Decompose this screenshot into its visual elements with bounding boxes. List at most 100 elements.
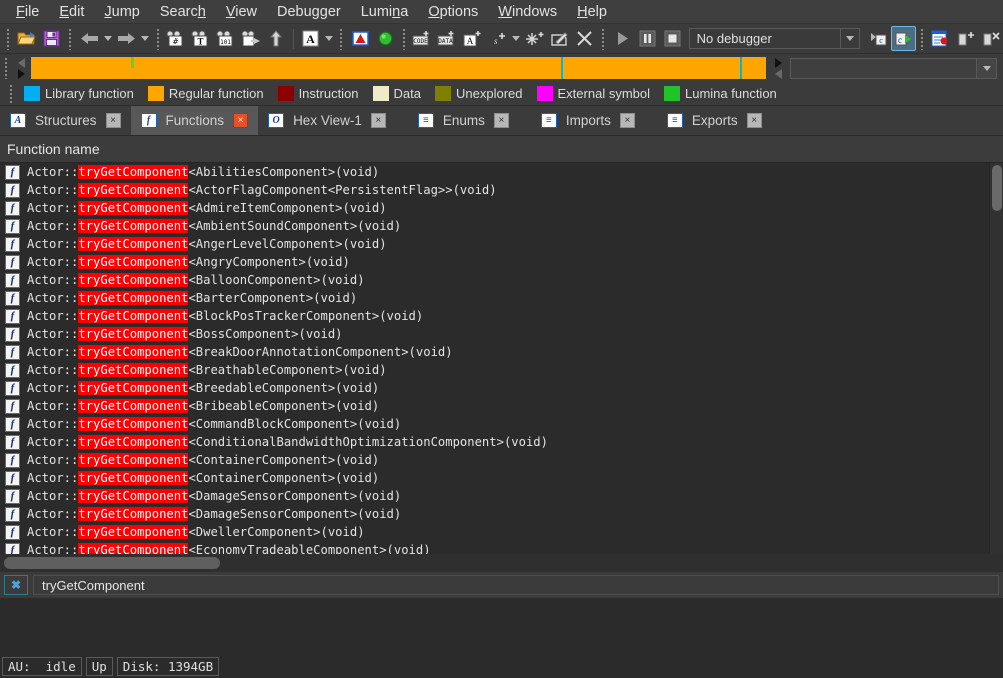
toolbar-grip-3[interactable]	[154, 27, 161, 50]
tab-hex-view-1[interactable]: O Hex View-1 ×	[258, 106, 396, 135]
green-status-icon[interactable]	[373, 26, 398, 51]
start-process-icon[interactable]: c	[890, 26, 916, 51]
ascii-string-icon[interactable]: A	[298, 26, 323, 51]
tab-imports[interactable]: ≡ Imports ×	[519, 106, 645, 135]
tab-close-button[interactable]: ×	[105, 113, 121, 128]
back-history-dropdown[interactable]	[102, 26, 115, 51]
warning-triangle-icon[interactable]	[348, 26, 373, 51]
toolbar-grip-2[interactable]	[67, 27, 74, 50]
struct-dropdown[interactable]	[510, 26, 523, 51]
tab-close-button[interactable]: ×	[619, 113, 635, 128]
make-data-icon[interactable]: DATA	[435, 26, 460, 51]
toolbar-grip-4[interactable]	[338, 27, 345, 50]
menu-item-file[interactable]: File	[6, 2, 49, 22]
legend-grip[interactable]	[10, 84, 16, 103]
make-code-icon[interactable]: CODE	[410, 26, 435, 51]
scrollbar-thumb[interactable]	[992, 165, 1002, 211]
table-row[interactable]: f Actor::tryGetComponent<DamageSensorComp…	[0, 487, 1003, 505]
jump-address-combo[interactable]	[790, 57, 997, 79]
jump-to-icon[interactable]	[239, 26, 264, 51]
table-row[interactable]: f Actor::tryGetComponent<BreathableCompon…	[0, 361, 1003, 379]
pause-icon[interactable]	[635, 26, 660, 51]
nav-right-arrow-icon[interactable]	[17, 68, 25, 79]
table-row[interactable]: f Actor::tryGetComponent<BarterComponent>…	[0, 289, 1003, 307]
make-ascii-icon[interactable]: A	[460, 26, 485, 51]
save-icon[interactable]	[39, 26, 64, 51]
toolbar-grip-5[interactable]	[400, 27, 407, 50]
filter-input[interactable]: tryGetComponent	[33, 575, 999, 595]
nav-zoom-out-icon[interactable]	[774, 68, 782, 79]
navigator-prev-next[interactable]	[13, 54, 29, 82]
open-file-icon[interactable]	[14, 26, 39, 51]
jump-address-combo-arrow[interactable]	[976, 58, 996, 78]
table-row[interactable]: f Actor::tryGetComponent<ConditionalBandw…	[0, 433, 1003, 451]
tab-close-button[interactable]: ×	[493, 113, 509, 128]
table-row[interactable]: f Actor::tryGetComponent<AbilitiesCompone…	[0, 163, 1003, 181]
breakpoints-icon[interactable]	[928, 26, 953, 51]
navigator-grip[interactable]	[3, 57, 10, 79]
navigator-zoom-controls[interactable]	[770, 54, 786, 82]
nav-zoom-in-icon[interactable]	[774, 57, 782, 68]
toolbar-grip[interactable]	[5, 27, 12, 50]
tab-close-button[interactable]: ×	[370, 113, 386, 128]
debugger-select-arrow[interactable]	[839, 29, 859, 48]
table-row[interactable]: f Actor::tryGetComponent<ActorFlagCompone…	[0, 181, 1003, 199]
make-array-icon[interactable]	[522, 26, 547, 51]
table-row[interactable]: f Actor::tryGetComponent<ContainerCompone…	[0, 451, 1003, 469]
table-row[interactable]: f Actor::tryGetComponent<BlockPosTrackerC…	[0, 307, 1003, 325]
functions-list-vertical-scrollbar[interactable]	[989, 163, 1003, 554]
edit-function-icon[interactable]	[547, 26, 572, 51]
table-row[interactable]: f Actor::tryGetComponent<AngerLevelCompon…	[0, 235, 1003, 253]
search-hex-icon[interactable]: #	[164, 26, 189, 51]
table-row[interactable]: f Actor::tryGetComponent<AmbientSoundComp…	[0, 217, 1003, 235]
table-row[interactable]: f Actor::tryGetComponent<AdmireItemCompon…	[0, 199, 1003, 217]
functions-list-horizontal-scrollbar[interactable]	[0, 554, 1003, 572]
back-arrow-icon[interactable]	[77, 26, 102, 51]
table-row[interactable]: f Actor::tryGetComponent<BribeableCompone…	[0, 397, 1003, 415]
tab-functions[interactable]: f Functions ×	[130, 106, 259, 135]
menu-item-windows[interactable]: Windows	[488, 2, 567, 22]
up-arrow-icon[interactable]	[264, 26, 289, 51]
table-row[interactable]: f Actor::tryGetComponent<BreakDoorAnnotat…	[0, 343, 1003, 361]
tab-close-button[interactable]: ×	[233, 113, 249, 128]
scrollbar-thumb[interactable]	[4, 557, 220, 569]
tab-close-button[interactable]: ×	[746, 113, 762, 128]
table-row[interactable]: f Actor::tryGetComponent<DamageSensorComp…	[0, 505, 1003, 523]
navigator-band[interactable]	[31, 57, 766, 79]
attach-process-icon[interactable]: c	[866, 26, 891, 51]
stop-icon[interactable]	[660, 26, 685, 51]
tab-enums[interactable]: ≡ Enums ×	[396, 106, 519, 135]
add-breakpoint-icon[interactable]	[953, 26, 978, 51]
toolbar-grip-7[interactable]	[918, 27, 925, 50]
toolbar-grip-6[interactable]	[600, 27, 607, 50]
tab-structures[interactable]: A Structures ×	[0, 106, 131, 135]
column-header-function-name[interactable]: Function name	[0, 136, 1003, 163]
table-row[interactable]: f Actor::tryGetComponent<DwellerComponent…	[0, 523, 1003, 541]
menu-item-jump[interactable]: Jump	[94, 2, 149, 22]
ascii-style-dropdown[interactable]	[323, 26, 336, 51]
forward-arrow-icon[interactable]	[114, 26, 139, 51]
table-row[interactable]: f Actor::tryGetComponent<AngryComponent>(…	[0, 253, 1003, 271]
menu-item-help[interactable]: Help	[567, 2, 617, 22]
forward-history-dropdown[interactable]	[139, 26, 152, 51]
table-row[interactable]: f Actor::tryGetComponent<ContainerCompone…	[0, 469, 1003, 487]
debugger-select[interactable]: No debugger	[688, 28, 860, 49]
menu-item-lumina[interactable]: Lumina	[351, 2, 419, 22]
clear-filter-button[interactable]: ✖	[4, 575, 28, 595]
delete-icon[interactable]	[572, 26, 597, 51]
menu-item-options[interactable]: Options	[418, 2, 488, 22]
table-row[interactable]: f Actor::tryGetComponent<EconomyTradeable…	[0, 541, 1003, 554]
functions-list[interactable]: f Actor::tryGetComponent<AbilitiesCompone…	[0, 163, 1003, 554]
table-row[interactable]: f Actor::tryGetComponent<BreedableCompone…	[0, 379, 1003, 397]
search-text-icon[interactable]: T	[189, 26, 214, 51]
clear-breakpoints-icon[interactable]	[978, 26, 1003, 51]
tab-exports[interactable]: ≡ Exports ×	[645, 106, 772, 135]
nav-left-arrow-icon[interactable]	[17, 57, 25, 68]
menu-item-search[interactable]: Search	[150, 2, 216, 22]
table-row[interactable]: f Actor::tryGetComponent<BossComponent>(v…	[0, 325, 1003, 343]
run-icon[interactable]	[610, 26, 635, 51]
menu-item-view[interactable]: View	[216, 2, 267, 22]
table-row[interactable]: f Actor::tryGetComponent<BalloonComponent…	[0, 271, 1003, 289]
menu-item-edit[interactable]: Edit	[49, 2, 94, 22]
search-immediate-icon[interactable]: 101	[214, 26, 239, 51]
